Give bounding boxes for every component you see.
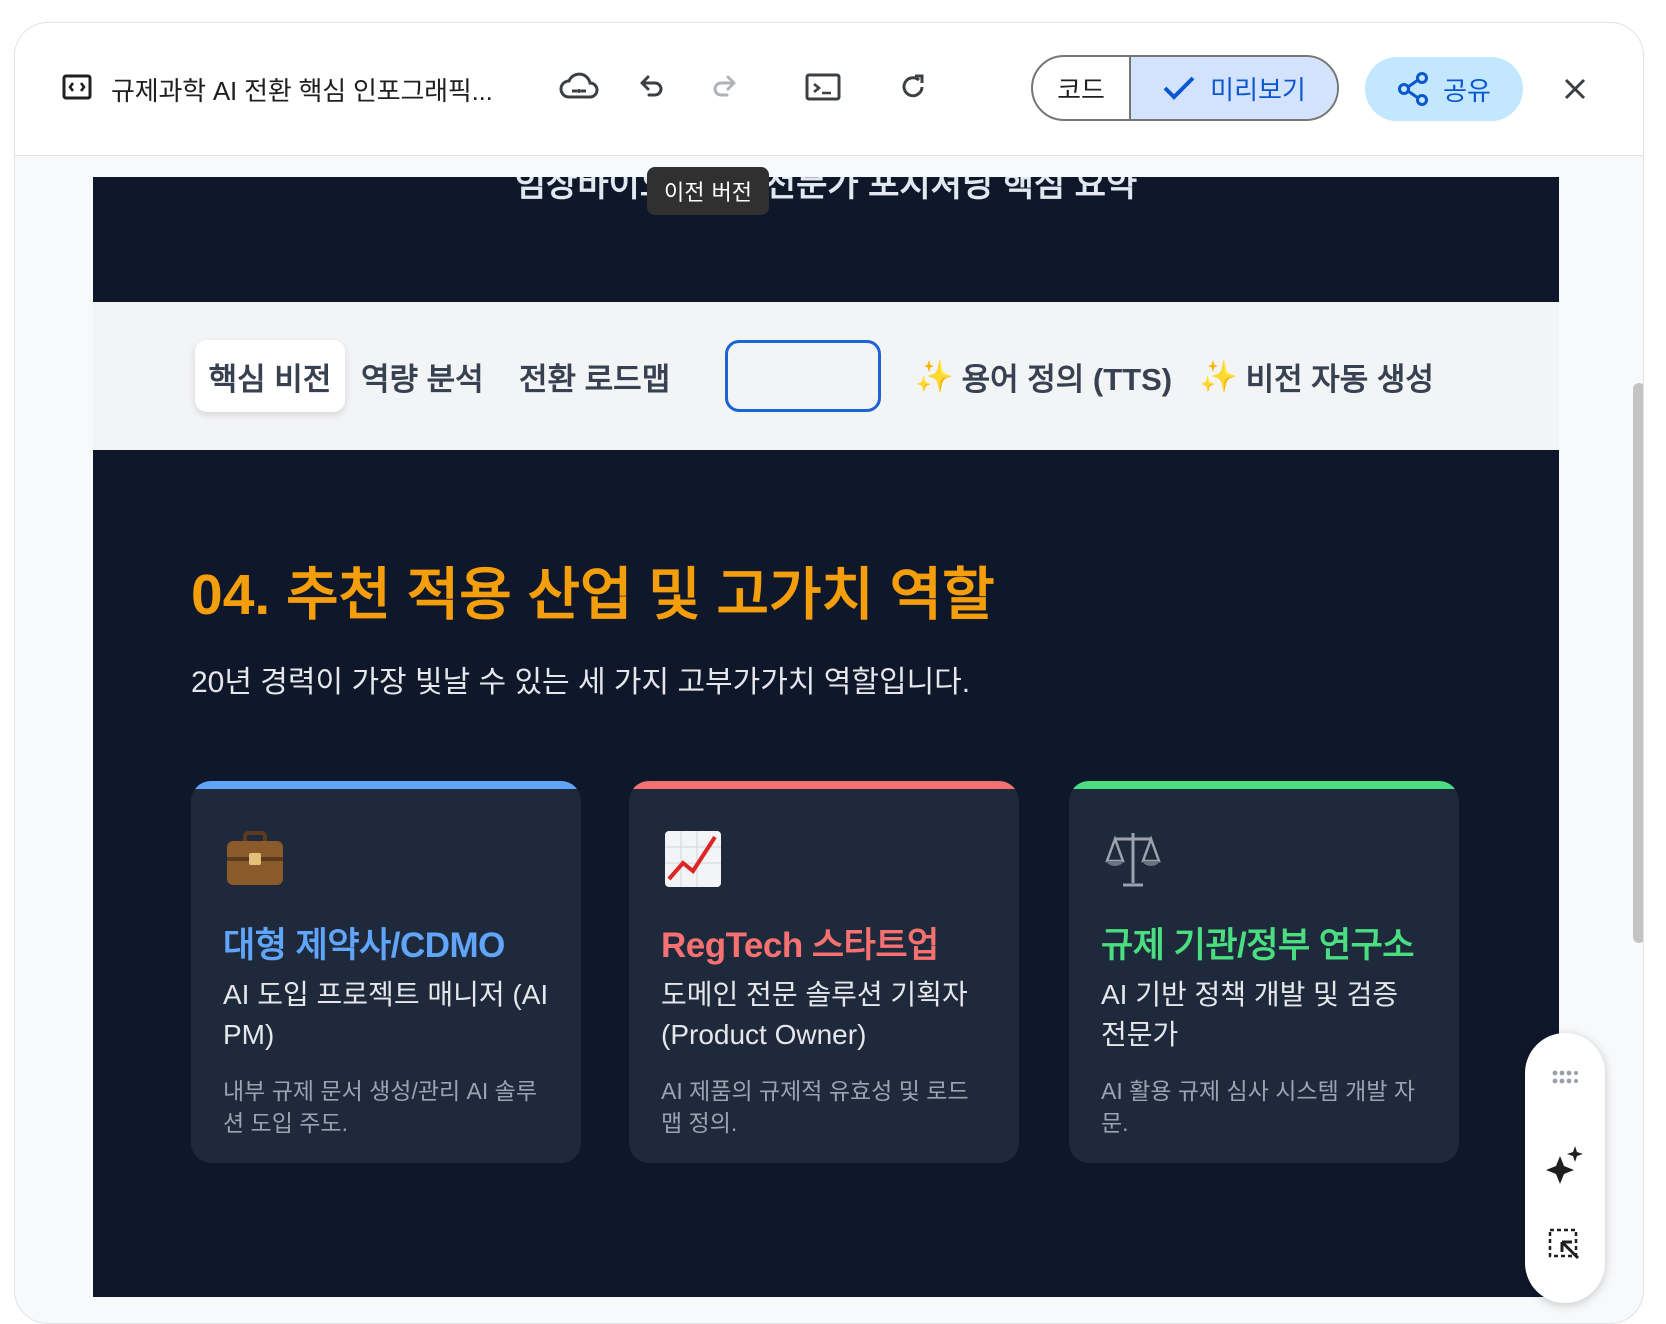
sparkle-icon: ✨ xyxy=(915,358,954,394)
tab-transition-roadmap[interactable]: 전환 로드맵 xyxy=(505,340,684,412)
app-window: 규제과학 AI 전환 핵심 인포그래픽... 코드 미리보기 공유 이전 버전 … xyxy=(14,22,1644,1324)
undo-icon[interactable] xyxy=(627,63,675,111)
card-title: RegTech 스타트업 xyxy=(661,926,939,965)
card-description: AI 제품의 규제적 유효성 및 로드맵 정의. xyxy=(661,1078,969,1136)
tab-label: 비전 자동 생성 xyxy=(1245,361,1434,397)
floating-toolbar xyxy=(1525,1033,1605,1303)
ai-sparkle-icon[interactable] xyxy=(1541,1141,1589,1189)
close-icon[interactable] xyxy=(1551,65,1599,113)
chart-up-icon xyxy=(661,827,725,891)
role-card: RegTech 스타트업 도메인 전문 솔루션 기획자 (Product Own… xyxy=(629,781,1019,1163)
tab-vision-generator[interactable]: ✨ 비전 자동 생성 xyxy=(1185,340,1448,412)
card-description: 내부 규제 문서 생성/관리 AI 솔루션 도입 주도. xyxy=(223,1078,537,1136)
role-card: 대형 제약사/CDMO AI 도입 프로젝트 매니저 (AI PM) 내부 규제… xyxy=(191,781,581,1163)
card-role: AI 기반 정책 개발 및 검증 전문가 xyxy=(1101,979,1399,1050)
vertical-scrollbar[interactable] xyxy=(1633,383,1643,943)
section-description: 20년 경력이 가장 빛날 수 있는 세 가지 고부가가치 역할입니다. xyxy=(191,666,971,699)
check-icon xyxy=(1163,76,1195,100)
tab-label: 용어 정의 (TTS) xyxy=(961,361,1173,397)
view-toggle: 코드 미리보기 xyxy=(1031,55,1339,121)
code-tab-button[interactable]: 코드 xyxy=(1033,57,1131,119)
tooltip: 이전 버전 xyxy=(647,167,769,215)
share-icon xyxy=(1398,72,1429,106)
tab-glossary-tts[interactable]: ✨ 용어 정의 (TTS) xyxy=(901,340,1186,412)
card-accent-bar xyxy=(629,781,1019,789)
tab-capability-analysis[interactable]: 역량 분석 xyxy=(347,340,498,412)
tab-recommended-roles[interactable]: 추천 역할 xyxy=(725,340,881,412)
section-title: 04. 추천 적용 산업 및 고가치 역할 xyxy=(191,563,995,627)
share-label: 공유 xyxy=(1443,75,1491,106)
share-button[interactable]: 공유 xyxy=(1365,57,1523,121)
drag-handle-icon[interactable] xyxy=(1541,1053,1589,1101)
card-role: AI 도입 프로젝트 매니저 (AI PM) xyxy=(223,979,549,1050)
card-accent-bar xyxy=(1069,781,1459,789)
card-role: 도메인 전문 솔루션 기획자 (Product Owner) xyxy=(661,979,968,1050)
preview-label: 미리보기 xyxy=(1210,74,1306,105)
select-element-icon[interactable] xyxy=(1541,1221,1589,1269)
role-card: 규제 기관/정부 연구소 AI 기반 정책 개발 및 검증 전문가 AI 활용 … xyxy=(1069,781,1459,1163)
card-title: 대형 제약사/CDMO xyxy=(223,926,505,965)
sparkle-icon: ✨ xyxy=(1199,358,1238,394)
preview-canvas: 임상바이오 및 AI 전문가 포지셔닝 핵심 요약 핵심 비전 역량 분석 전환… xyxy=(93,177,1559,1297)
top-toolbar: 규제과학 AI 전환 핵심 인포그래픽... 코드 미리보기 공유 xyxy=(15,23,1643,156)
scales-icon xyxy=(1101,827,1165,891)
code-document-icon xyxy=(59,69,95,105)
briefcase-icon xyxy=(223,827,287,891)
hero-subtitle: 임상바이오 및 AI 전문가 포지셔닝 핵심 요약 xyxy=(514,177,1138,204)
tab-core-vision[interactable]: 핵심 비전 xyxy=(195,340,345,412)
cloud-sync-icon[interactable] xyxy=(555,63,603,111)
section-tabs: 핵심 비전 역량 분석 전환 로드맵 추천 역할 ✨ 용어 정의 (TTS) ✨… xyxy=(93,302,1559,450)
redo-icon[interactable] xyxy=(701,63,749,111)
card-description: AI 활용 규제 심사 시스템 개발 자문. xyxy=(1101,1078,1415,1136)
card-title: 규제 기관/정부 연구소 xyxy=(1101,926,1414,965)
terminal-icon[interactable] xyxy=(799,63,847,111)
preview-tab-button[interactable]: 미리보기 xyxy=(1131,57,1337,119)
document-title[interactable]: 규제과학 AI 전환 핵심 인포그래픽... xyxy=(111,71,493,108)
refresh-icon[interactable] xyxy=(889,63,937,111)
card-accent-bar xyxy=(191,781,581,789)
